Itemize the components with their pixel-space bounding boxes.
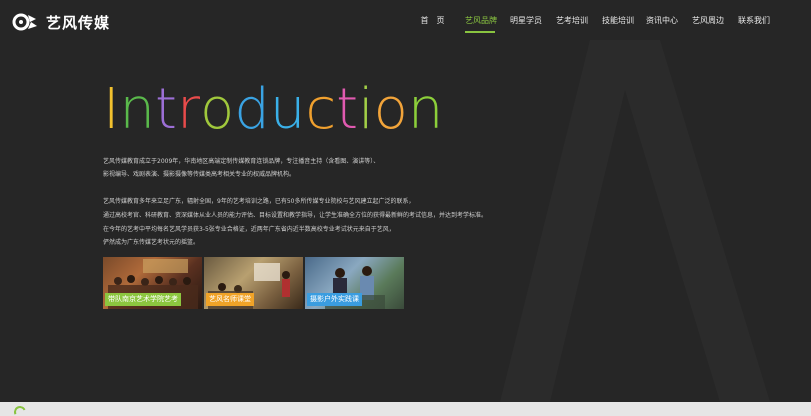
intro-title-letter: n — [407, 77, 444, 142]
intro-paragraph: 影视编导、戏剧表演、摄影摄像等传媒类高考相关专业的权威品牌机构。 — [103, 171, 296, 178]
nav-item-contact[interactable]: 联系我们 — [738, 0, 770, 40]
footer-strip — [0, 402, 811, 416]
photo-outdoor-photography[interactable]: 摄影户外实践课 — [305, 257, 404, 309]
intro-title-letter: r — [176, 77, 201, 142]
intro-paragraph: 艺风传媒教育多年来立足广东，辐射全国，9年的艺考培训之路，已有50多所传媒专业院… — [103, 198, 415, 205]
intro-title-letter: c — [305, 77, 337, 142]
nav-item-merch[interactable]: 艺风周边 — [692, 0, 724, 40]
photo-label: 艺风名师课堂 — [206, 293, 254, 306]
nav-item-art-exam[interactable]: 艺考培训 — [556, 0, 588, 40]
photo-label: 带队南京艺术学院艺考 — [105, 293, 181, 306]
intro-title-letter: u — [269, 77, 306, 142]
nav-item-news[interactable]: 资讯中心 — [646, 0, 678, 40]
intro-title-letter: o — [373, 77, 408, 142]
intro-paragraph: 艺风传媒教育成立于2009年，华南地区高端定制传媒教育连锁品牌，专注播音主持（含… — [103, 158, 380, 165]
intro-title-letter: d — [234, 77, 270, 142]
nav-item-brand[interactable]: 艺风品牌 — [465, 0, 497, 40]
intro-paragraph: 通过高校考官、科研教育、资深媒体从业人员的能力评估、目标设置和教学指导，让学生准… — [103, 212, 488, 219]
photo-teacher-class[interactable]: 艺风名师课堂 — [204, 257, 303, 309]
photo-label: 摄影户外实践课 — [307, 293, 362, 306]
main-nav: 首 页 艺风品牌 明星学员 艺考培训 技能培训 资讯中心 艺风周边 联系我们 — [416, 0, 770, 40]
intro-title-letter: t — [155, 77, 177, 142]
photo-nanjing-trip[interactable]: 带队南京艺术学院艺考 — [103, 257, 202, 309]
yifeng-logo-icon — [12, 13, 37, 31]
photo-gallery: 带队南京艺术学院艺考 艺风名师课堂 摄影户外实践课 — [103, 257, 404, 309]
intro-paragraph: 俨然成为广东传媒艺考状元的摇篮。 — [103, 239, 200, 246]
site-header: 艺风传媒 首 页 艺风品牌 明星学员 艺考培训 技能培训 资讯中心 艺风周边 联… — [0, 0, 811, 40]
intro-title-letter: t — [336, 77, 359, 142]
intro-title: Introduction — [103, 80, 443, 140]
intro-title-letter: I — [103, 77, 120, 142]
logo-name: 艺风传媒 — [46, 13, 111, 32]
nav-item-skills[interactable]: 技能培训 — [602, 0, 634, 40]
logo[interactable]: 艺风传媒 — [12, 11, 110, 33]
intro-paragraph: 在今年的艺考中平均每名艺风学员获3-5张专业合格证，近两年广东省内近半数高校专业… — [103, 226, 395, 233]
intro-title-letter: i — [358, 77, 374, 142]
intro-title-letter: n — [119, 77, 156, 142]
intro-title-letter: o — [200, 77, 235, 142]
nav-item-home[interactable]: 首 页 — [416, 0, 449, 40]
nav-item-star-students[interactable]: 明星学员 — [510, 0, 542, 40]
